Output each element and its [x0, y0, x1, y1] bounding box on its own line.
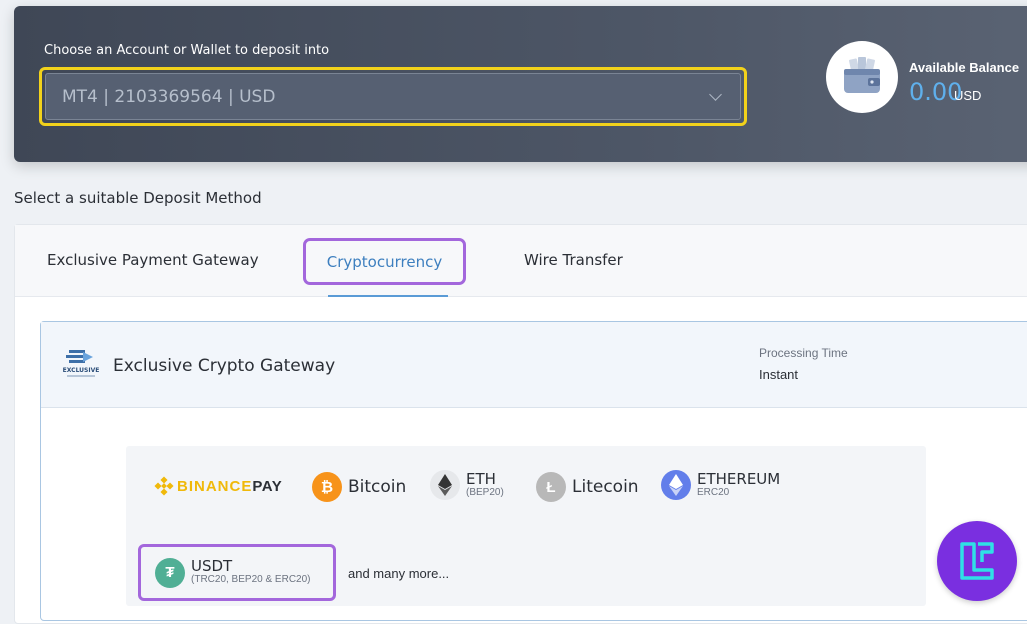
tab-wire-transfer[interactable]: Wire Transfer — [524, 251, 623, 269]
binance-pay-suffix: PAY — [252, 477, 283, 495]
processing-time-value: Instant — [759, 367, 799, 382]
more-coins-text: and many more... — [348, 566, 450, 581]
svg-text:EXCLUSIVE: EXCLUSIVE — [63, 367, 99, 374]
tab-exclusive-payment-gateway[interactable]: Exclusive Payment Gateway — [47, 251, 259, 269]
gateway-header: EXCLUSIVE Exclusive Crypto Gateway Proce… — [41, 322, 1027, 408]
account-selected-value: MT4 | 2103369564 | USD — [62, 86, 276, 107]
account-select[interactable]: MT4 | 2103369564 | USD — [45, 73, 741, 120]
coin-bitcoin: ₿ Bitcoin — [312, 472, 406, 502]
account-select-label: Choose an Account or Wallet to deposit i… — [44, 43, 330, 58]
coin-eth-bep20: ETH (BEP20) — [430, 470, 504, 500]
active-tab-underline — [328, 295, 448, 297]
ethereum-label: ETHEREUM — [697, 469, 781, 488]
usdt-networks: (TRC20, BEP20 & ERC20) — [191, 574, 311, 585]
coin-usdt: ₮ USDT (TRC20, BEP20 & ERC20) — [138, 544, 336, 601]
binance-word: BINANCE — [177, 477, 253, 495]
usdt-label: USDT — [191, 557, 233, 575]
tab-cryptocurrency-label: Cryptocurrency — [326, 252, 443, 271]
wallet-icon — [826, 41, 898, 113]
brand-badge-logo — [937, 521, 1017, 601]
gateway-title: Exclusive Crypto Gateway — [113, 356, 336, 376]
bitcoin-label: Bitcoin — [348, 477, 407, 497]
exclusive-logo-icon: EXCLUSIVE — [63, 348, 99, 382]
chevron-down-icon[interactable] — [709, 87, 722, 101]
binance-icon — [154, 476, 174, 496]
account-select-highlight[interactable]: MT4 | 2103369564 | USD — [39, 67, 747, 126]
ethereum-text: ETHEREUM ERC20 — [697, 469, 781, 499]
litecoin-icon: Ł — [536, 472, 566, 502]
available-balance-label: Available Balance — [909, 60, 1020, 75]
supported-coins: BINANCE PAY ₿ Bitcoin ETH (BEP20) Ł Lite… — [126, 446, 926, 606]
eth-icon — [430, 470, 460, 500]
processing-time-label: Processing Time — [759, 346, 848, 360]
coin-binance-pay: BINANCE PAY — [154, 476, 282, 496]
eth-text: ETH (BEP20) — [466, 469, 504, 499]
ethereum-network: ERC20 — [697, 486, 730, 498]
coin-ethereum-erc20: ETHEREUM ERC20 — [661, 470, 780, 500]
eth-network: (BEP20) — [466, 486, 504, 498]
usdt-text: USDT (TRC20, BEP20 & ERC20) — [191, 559, 311, 586]
account-panel: Choose an Account or Wallet to deposit i… — [14, 6, 1027, 162]
ethereum-icon — [661, 470, 691, 500]
tether-icon: ₮ — [155, 557, 185, 588]
deposit-method-card: Exclusive Payment Gateway Cryptocurrency… — [14, 224, 1027, 624]
eth-label: ETH — [466, 469, 496, 488]
bitcoin-icon: ₿ — [312, 472, 342, 502]
tab-cryptocurrency[interactable]: Cryptocurrency — [303, 238, 466, 285]
litecoin-label: Litecoin — [572, 477, 639, 497]
available-balance-currency: USD — [954, 88, 982, 103]
crypto-gateway-card[interactable]: EXCLUSIVE Exclusive Crypto Gateway Proce… — [40, 321, 1027, 621]
coin-litecoin: Ł Litecoin — [536, 472, 639, 502]
method-tabs: Exclusive Payment Gateway Cryptocurrency… — [15, 225, 1027, 297]
deposit-method-title: Select a suitable Deposit Method — [14, 189, 262, 207]
